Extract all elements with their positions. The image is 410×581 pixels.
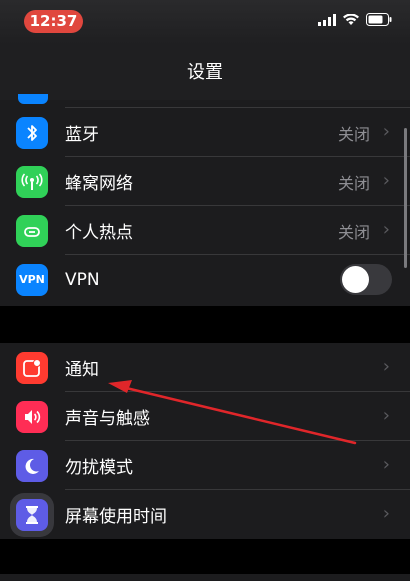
annotation-arrow xyxy=(108,380,357,445)
